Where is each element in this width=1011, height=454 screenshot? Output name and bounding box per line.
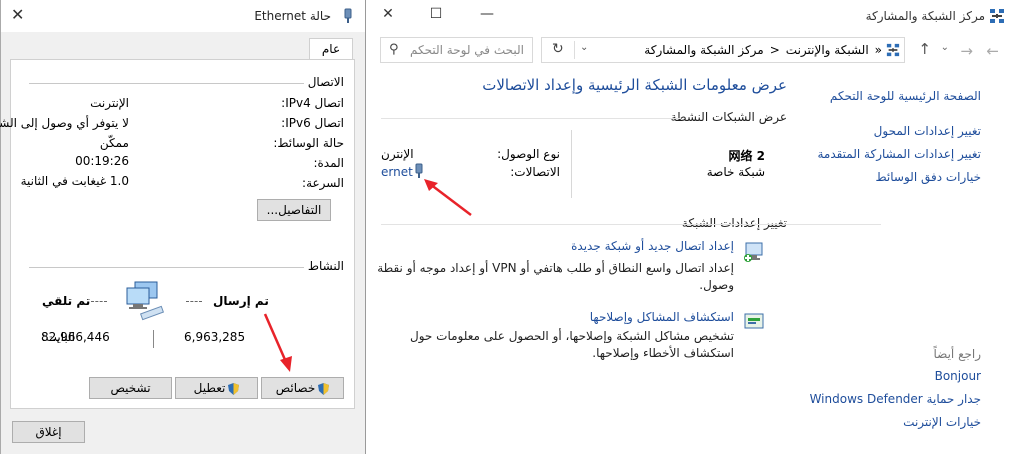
activity-line xyxy=(91,301,107,302)
ethernet-plug-icon xyxy=(344,8,352,23)
speed-label: السرعة: xyxy=(302,176,344,190)
disable-button[interactable]: تعطيل xyxy=(175,377,258,399)
minimize-icon[interactable]: — xyxy=(479,6,495,22)
properties-label: خصائص xyxy=(275,381,316,395)
back-arrow-icon[interactable]: ← xyxy=(986,42,999,60)
ipv6-value: لا يتوفر أي وصول إلى الشبكة xyxy=(0,116,129,130)
dialog-title: حالة Ethernet xyxy=(254,9,331,23)
network-divider xyxy=(571,130,572,198)
sent-label: تم إرسال xyxy=(213,294,269,308)
breadcrumb-separator: < xyxy=(769,43,780,57)
network-type[interactable]: شبكة خاصة xyxy=(707,165,765,179)
breadcrumb-prefix[interactable]: « xyxy=(875,43,882,57)
network-center-icon xyxy=(886,43,900,57)
ipv4-label: اتصال IPv4: xyxy=(281,96,344,110)
active-networks-heading: عرض الشبكات النشطة xyxy=(670,110,787,124)
breadcrumb: « الشبكة والإنترنت < مركز الشبكة والمشاركة xyxy=(638,43,882,57)
address-divider xyxy=(574,41,575,59)
forward-arrow-icon[interactable]: → xyxy=(960,42,973,60)
bytes-received-value: 82,966,446 xyxy=(41,330,110,344)
connections-label: الاتصالات: xyxy=(510,165,560,179)
network-computers-icon xyxy=(126,281,165,321)
sidebar-change-adapter-link[interactable]: تغيير إعدادات المحول xyxy=(874,124,981,138)
maximize-icon[interactable]: ☐ xyxy=(428,6,444,22)
duration-label: المدة: xyxy=(313,156,344,170)
ethernet-connection-link[interactable]: ernet xyxy=(381,165,413,179)
see-also-heading: راجع أيضاً xyxy=(933,347,981,361)
cp-titlebar: مركز الشبكة والمشاركة — ☐ ✕ xyxy=(366,0,1011,34)
window-title: مركز الشبكة والمشاركة xyxy=(865,9,985,23)
speed-value: 1.0 غيغابت في الثانية xyxy=(20,174,129,188)
details-button[interactable]: التفاصيل... xyxy=(257,199,331,221)
sidebar-advanced-sharing-link[interactable]: تغيير إعدادات المشاركة المتقدمة xyxy=(817,147,981,161)
uac-shield-icon xyxy=(228,382,240,395)
section-divider xyxy=(381,118,681,119)
uac-shield-icon xyxy=(318,382,330,395)
troubleshoot-description: تشخيص مشاكل الشبكة وإصلاحها، أو الحصول ع… xyxy=(410,329,734,360)
new-connection-link[interactable]: إعداد اتصال جديد أو شبكة جديدة xyxy=(571,239,734,253)
close-icon[interactable]: ✕ xyxy=(380,6,396,22)
disable-label: تعطيل xyxy=(193,381,226,395)
search-box[interactable]: البحث في لوحة التحكم ⚲ xyxy=(380,37,533,63)
network-sharing-center-window: مركز الشبكة والمشاركة — ☐ ✕ ← → ⌄ ↑ « الش… xyxy=(366,0,1011,454)
up-arrow-icon[interactable]: ↑ xyxy=(918,40,931,58)
new-connection-icon xyxy=(744,242,763,262)
troubleshoot-link[interactable]: استكشاف المشاكل وإصلاحها xyxy=(590,310,734,324)
properties-button[interactable]: خصائص xyxy=(261,377,344,399)
new-connection-description: إعداد اتصال واسع النطاق أو طلب هاتفي أو … xyxy=(377,261,734,292)
ipv4-value: الإنترنت xyxy=(90,96,129,110)
ethernet-plug-icon[interactable] xyxy=(414,163,424,179)
general-panel xyxy=(10,59,355,409)
search-placeholder: البحث في لوحة التحكم xyxy=(410,43,524,57)
media-state-label: حالة الوسائط: xyxy=(273,136,344,150)
ipv6-label: اتصال IPv6: xyxy=(281,116,344,130)
change-settings-heading: تغيير إعدادات الشبكة xyxy=(681,216,787,230)
see-also-firewall-link[interactable]: جدار حماية Windows Defender xyxy=(810,392,981,406)
annotation-arrow xyxy=(424,179,472,216)
network-center-icon xyxy=(990,9,1004,23)
tab-general[interactable]: عام xyxy=(309,38,353,60)
duration-value: 00:19:26 xyxy=(75,154,129,168)
group-divider xyxy=(29,83,304,84)
access-type-label: نوع الوصول: xyxy=(497,147,560,161)
close-button[interactable]: إغلاق xyxy=(12,421,85,443)
ethernet-status-dialog: حالة Ethernet ✕ عام الاتصال اتصال IPv4: … xyxy=(0,0,366,454)
network-name: 网络 2 xyxy=(728,149,765,163)
close-icon[interactable]: ✕ xyxy=(11,5,24,24)
access-type-value: الإنترن xyxy=(381,147,414,161)
breadcrumb-sharing-center[interactable]: مركز الشبكة والمشاركة xyxy=(644,43,763,57)
section-divider xyxy=(381,224,881,225)
media-state-value: ممكّن xyxy=(99,136,129,150)
see-also-internet-options-link[interactable]: خيارات الإنترنت xyxy=(903,415,981,429)
received-label: تم تلقي xyxy=(42,294,91,308)
refresh-icon[interactable]: ↻ xyxy=(552,41,564,57)
history-chevron-icon[interactable]: ⌄ xyxy=(941,42,949,53)
search-icon[interactable]: ⚲ xyxy=(389,42,399,57)
activity-divider xyxy=(153,330,154,348)
sidebar-home-link[interactable]: الصفحة الرئيسية للوحة التحكم xyxy=(830,89,981,103)
breadcrumb-network-internet[interactable]: الشبكة والإنترنت xyxy=(786,43,869,57)
activity-group-label: النشاط xyxy=(307,259,344,273)
sidebar-media-streaming-link[interactable]: خيارات دفق الوسائط xyxy=(876,170,981,184)
bytes-sent-value: 6,963,285 xyxy=(184,330,246,344)
troubleshoot-icon xyxy=(744,313,764,329)
connection-group-label: الاتصال xyxy=(307,75,344,89)
address-dropdown-icon[interactable]: ⌄ xyxy=(580,42,588,53)
see-also-bonjour-link[interactable]: Bonjour xyxy=(935,369,981,383)
activity-line xyxy=(186,301,202,302)
diagnose-button[interactable]: تشخيص xyxy=(89,377,172,399)
dialog-titlebar: حالة Ethernet ✕ xyxy=(1,0,365,32)
address-bar[interactable]: «الشبكة والإنترنت<مركز الشبكة والمشاركة … xyxy=(541,37,905,63)
page-title: عرض معلومات الشبكة الرئيسية وإعداد الاتص… xyxy=(482,76,787,94)
group-divider xyxy=(29,267,304,268)
